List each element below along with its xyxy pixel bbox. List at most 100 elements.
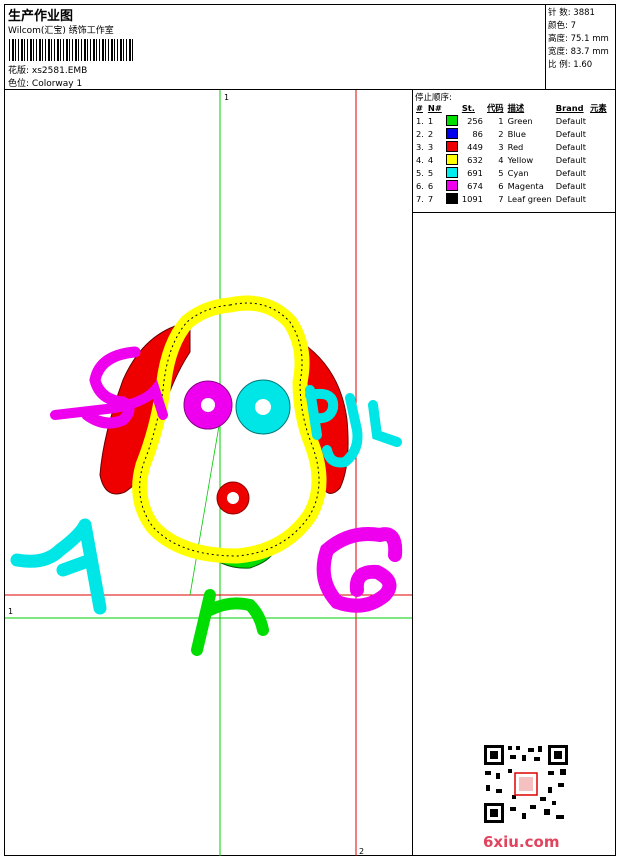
row-desc: Blue bbox=[507, 128, 526, 139]
row-brand: Default bbox=[555, 128, 587, 139]
row-stitches: 1091 bbox=[461, 193, 483, 204]
table-row: 1. 1 256 1 Green Default bbox=[414, 114, 609, 127]
watermark-site: 6xiu.com bbox=[483, 833, 560, 851]
row-code: 7 bbox=[498, 193, 504, 204]
color-swatch bbox=[445, 167, 458, 178]
row-n: 4 bbox=[427, 154, 434, 165]
row-code: 3 bbox=[498, 141, 504, 152]
row-desc: Leaf green bbox=[507, 193, 552, 204]
col-idx: # bbox=[416, 103, 423, 113]
row-element bbox=[588, 127, 609, 140]
right-eye-center bbox=[255, 399, 271, 415]
guide-label-v2: 2 bbox=[359, 847, 364, 856]
row-element bbox=[588, 140, 609, 153]
table-row: 3. 3 449 3 Red Default bbox=[414, 140, 609, 153]
row-code: 5 bbox=[498, 167, 504, 178]
row-code: 6 bbox=[498, 180, 504, 191]
color-swatch bbox=[445, 154, 458, 165]
col-desc: 描述 bbox=[507, 103, 525, 113]
embroidery-design: 1 2 1 bbox=[5, 90, 412, 856]
row-code: 2 bbox=[498, 128, 504, 139]
col-brand: Brand bbox=[555, 103, 584, 113]
row-desc: Magenta bbox=[507, 180, 544, 191]
design-file-label: 花版: bbox=[8, 66, 30, 76]
table-row: 2. 2 86 2 Blue Default bbox=[414, 127, 609, 140]
row-idx: 1. bbox=[416, 115, 424, 126]
table-row: 5. 5 691 5 Cyan Default bbox=[414, 166, 609, 179]
worksheet-frame: 生产作业图 Wilcom(汇宝) 绣饰工作室 花版: xs2581.EMB 色位… bbox=[4, 4, 616, 856]
table-header-row: # N# St. 代码 描述 Brand 元素 bbox=[414, 102, 609, 114]
header: 生产作业图 Wilcom(汇宝) 绣饰工作室 花版: xs2581.EMB 色位… bbox=[5, 5, 615, 90]
row-stitches: 449 bbox=[467, 141, 483, 152]
design-file-value: xs2581.EMB bbox=[31, 66, 88, 76]
page-title: 生产作业图 bbox=[8, 9, 74, 24]
row-brand: Default bbox=[555, 180, 587, 191]
spec-width: 宽度: 83.7 mm bbox=[548, 47, 609, 57]
row-code: 4 bbox=[498, 154, 504, 165]
row-color bbox=[444, 127, 460, 140]
row-desc: Green bbox=[507, 115, 533, 126]
guide-label-v1: 1 bbox=[224, 93, 229, 102]
spec-stitches: 针 数: 3881 bbox=[548, 8, 595, 18]
row-stitches: 674 bbox=[467, 180, 483, 191]
nose-center bbox=[227, 492, 239, 504]
row-n: 5 bbox=[427, 167, 434, 178]
row-element bbox=[588, 114, 609, 127]
row-element bbox=[588, 153, 609, 166]
row-n: 6 bbox=[427, 180, 434, 191]
spec-scale: 比 例: 1.60 bbox=[548, 60, 593, 70]
color-swatch bbox=[445, 141, 458, 152]
colorway-value: Colorway 1 bbox=[31, 79, 83, 89]
spec-colors: 颜色: 7 bbox=[548, 21, 576, 31]
row-color bbox=[444, 166, 460, 179]
row-idx: 6. bbox=[416, 180, 424, 191]
color-swatch bbox=[445, 115, 458, 126]
col-n: N# bbox=[427, 103, 442, 113]
spec-panel: 针 数: 3881 颜色: 7 高度: 75.1 mm 宽度: 83.7 mm … bbox=[546, 5, 615, 89]
stop-sequence-panel: 停止顺序: # N# St. 代码 描述 Brand 元素 1. 1 256 1 Gre… bbox=[413, 90, 615, 213]
row-n: 2 bbox=[427, 128, 434, 139]
software-label: Wilcom(汇宝) 绣饰工作室 bbox=[8, 26, 114, 36]
row-idx: 5. bbox=[416, 167, 424, 178]
design-preview: 1 2 1 bbox=[5, 90, 413, 856]
color-swatch bbox=[445, 193, 458, 204]
stop-sequence-table: # N# St. 代码 描述 Brand 元素 1. 1 256 1 Green Defa… bbox=[414, 102, 609, 205]
row-color bbox=[444, 179, 460, 192]
row-stitches: 256 bbox=[467, 115, 483, 126]
col-code: 代码 bbox=[486, 103, 504, 113]
row-idx: 3. bbox=[416, 141, 424, 152]
table-row: 6. 6 674 6 Magenta Default bbox=[414, 179, 609, 192]
design-file-row: 花版: xs2581.EMB bbox=[8, 63, 87, 76]
row-element bbox=[588, 166, 609, 179]
letter-r-green bbox=[191, 589, 269, 656]
row-stitches: 632 bbox=[467, 154, 483, 165]
row-brand: Default bbox=[555, 154, 587, 165]
row-brand: Default bbox=[555, 167, 587, 178]
row-idx: 4. bbox=[416, 154, 424, 165]
row-idx: 2. bbox=[416, 128, 424, 139]
table-row: 4. 4 632 4 Yellow Default bbox=[414, 153, 609, 166]
col-element: 元素 bbox=[590, 103, 607, 113]
color-swatch bbox=[445, 180, 458, 191]
row-n: 1 bbox=[427, 115, 434, 126]
row-element bbox=[588, 192, 609, 205]
row-idx: 7. bbox=[416, 193, 424, 204]
guide-diagonal bbox=[189, 419, 221, 596]
row-n: 3 bbox=[427, 141, 434, 152]
header-left: 生产作业图 Wilcom(汇宝) 绣饰工作室 花版: xs2581.EMB 色位… bbox=[5, 5, 546, 89]
letter-a-cyan bbox=[10, 518, 107, 615]
row-code: 1 bbox=[498, 115, 504, 126]
guide-label-h1: 1 bbox=[8, 607, 13, 616]
barcode bbox=[9, 39, 134, 61]
row-color bbox=[444, 192, 460, 205]
row-stitches: 86 bbox=[472, 128, 483, 139]
spec-height: 高度: 75.1 mm bbox=[548, 34, 609, 44]
col-color bbox=[444, 102, 460, 114]
left-eye-center bbox=[201, 398, 215, 412]
loop-magenta bbox=[316, 527, 403, 613]
colorway-row: 色位: Colorway 1 bbox=[8, 76, 82, 89]
row-desc: Yellow bbox=[507, 154, 534, 165]
qr-code bbox=[482, 743, 570, 825]
row-brand: Default bbox=[555, 193, 587, 204]
row-color bbox=[444, 140, 460, 153]
